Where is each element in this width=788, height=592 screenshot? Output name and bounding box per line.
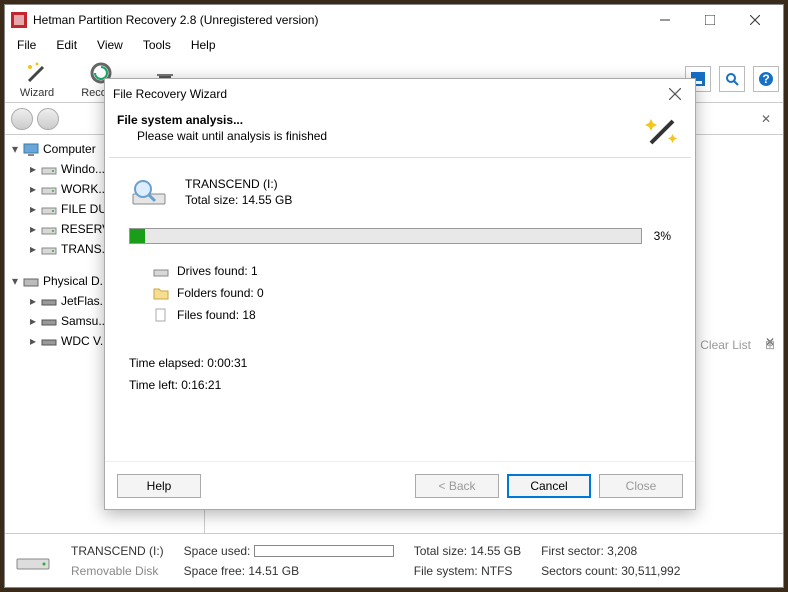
drive-small-icon <box>153 264 169 278</box>
files-found: Files found: 18 <box>177 308 256 322</box>
status-first-label: First sector: <box>541 544 604 558</box>
status-total-label: Total size: <box>414 544 467 558</box>
status-first-val: 3,208 <box>607 544 637 558</box>
app-icon <box>11 12 27 28</box>
dialog-body: TRANSCEND (I:) Total size: 14.55 GB 3% D… <box>105 158 695 461</box>
grid-icon[interactable]: ⊞ <box>765 338 775 352</box>
dialog-close-icon[interactable] <box>663 82 687 106</box>
chevron-right-icon: ▸ <box>27 163 39 175</box>
help-button[interactable]: Help <box>117 474 201 498</box>
menu-tools[interactable]: Tools <box>135 36 179 54</box>
status-free-label: Space free: <box>184 564 245 578</box>
folder-icon <box>153 286 169 300</box>
dialog-heading: File system analysis... <box>117 113 643 127</box>
time-elapsed: Time elapsed: 0:00:31 <box>129 356 671 370</box>
chevron-right-icon: ▸ <box>27 183 39 195</box>
panel-close-icon[interactable]: ✕ <box>755 112 777 126</box>
file-icon <box>153 308 169 322</box>
dialog-subheading: Please wait until analysis is finished <box>117 129 643 143</box>
status-total-val: 14.55 GB <box>470 544 521 558</box>
wand-icon <box>25 61 49 85</box>
status-sectors-val: 30,511,992 <box>621 564 680 578</box>
wizard-button[interactable]: Wizard <box>9 57 65 101</box>
status-used-label: Space used: <box>184 544 251 558</box>
cancel-button[interactable]: Cancel <box>507 474 591 498</box>
menu-file[interactable]: File <box>9 36 44 54</box>
chevron-right-icon: ▸ <box>27 203 39 215</box>
back-button: < Back <box>415 474 499 498</box>
analysis-drive-name: TRANSCEND (I:) <box>185 177 292 191</box>
drive-icon <box>41 221 57 237</box>
time-info: Time elapsed: 0:00:31 Time left: 0:16:21 <box>129 356 671 392</box>
menu-help[interactable]: Help <box>183 36 224 54</box>
status-fs-val: NTFS <box>481 564 512 578</box>
status-fs-label: File system: <box>414 564 478 578</box>
drives-found: Drives found: 1 <box>177 264 258 278</box>
hdd-icon <box>41 313 57 329</box>
progress-fill <box>130 229 145 243</box>
chevron-right-icon: ▸ <box>27 295 39 307</box>
minimize-button[interactable] <box>642 6 687 34</box>
menu-bar: File Edit View Tools Help <box>5 35 783 55</box>
progress-bar <box>129 228 642 244</box>
menu-edit[interactable]: Edit <box>48 36 85 54</box>
space-used-bar <box>254 545 394 557</box>
tree-label: WORK... <box>61 182 108 196</box>
tree-label: WDC V... <box>61 334 110 348</box>
status-drive-type: Removable Disk <box>71 564 164 578</box>
recovery-wizard-dialog: File Recovery Wizard File system analysi… <box>104 78 696 510</box>
tree-label: Samsu... <box>61 314 108 328</box>
status-free-val: 14.51 GB <box>248 564 299 578</box>
tree-label: JetFlas... <box>61 294 110 308</box>
tree-label: Physical D... <box>43 274 110 288</box>
window-title: Hetman Partition Recovery 2.8 (Unregiste… <box>33 13 642 27</box>
action-clear[interactable]: Clear List <box>700 338 751 352</box>
drive-icon <box>41 181 57 197</box>
dialog-title: File Recovery Wizard <box>113 87 663 101</box>
nav-forward-icon[interactable] <box>37 108 59 130</box>
title-bar: Hetman Partition Recovery 2.8 (Unregiste… <box>5 5 783 35</box>
dialog-header: File system analysis... Please wait unti… <box>105 109 695 157</box>
hdd-icon <box>41 293 57 309</box>
analysis-drive-size: Total size: 14.55 GB <box>185 193 292 207</box>
magnify-drive-icon <box>129 176 169 208</box>
status-bar: TRANSCEND (I:) Removable Disk Space used… <box>5 533 783 587</box>
chevron-down-icon: ▾ <box>9 143 21 155</box>
wand-sparkle-icon <box>643 113 683 149</box>
status-drive-name: TRANSCEND (I:) <box>71 544 164 558</box>
chevron-right-icon: ▸ <box>27 335 39 347</box>
progress-percent: 3% <box>654 229 671 243</box>
analysis-stats: Drives found: 1 Folders found: 0 Files f… <box>129 264 671 322</box>
close-button[interactable] <box>732 6 777 34</box>
chevron-right-icon: ▸ <box>27 223 39 235</box>
time-left: Time left: 0:16:21 <box>129 378 671 392</box>
tree-label: Computer <box>43 142 96 156</box>
nav-back-icon[interactable] <box>11 108 33 130</box>
status-sectors-label: Sectors count: <box>541 564 618 578</box>
search-button[interactable] <box>719 66 745 92</box>
drive-icon <box>41 161 57 177</box>
menu-view[interactable]: View <box>89 36 131 54</box>
wizard-label: Wizard <box>20 87 54 99</box>
maximize-button[interactable] <box>687 6 732 34</box>
progress-row: 3% <box>129 228 671 244</box>
help-icon-button[interactable]: ? <box>753 66 779 92</box>
computer-icon <box>23 141 39 157</box>
hdd-icon <box>41 333 57 349</box>
dialog-footer: Help < Back Cancel Close <box>105 461 695 509</box>
tree-label: Windo... <box>61 162 105 176</box>
close-button-dialog: Close <box>599 474 683 498</box>
folders-found: Folders found: 0 <box>177 286 264 300</box>
drive-large-icon <box>15 549 51 573</box>
chevron-right-icon: ▸ <box>27 243 39 255</box>
dialog-titlebar: File Recovery Wizard <box>105 79 695 109</box>
svg-text:?: ? <box>762 72 769 86</box>
drive-icon <box>41 201 57 217</box>
window-controls <box>642 6 777 34</box>
disk-icon <box>23 273 39 289</box>
drive-icon <box>41 241 57 257</box>
chevron-down-icon: ▾ <box>9 275 21 287</box>
chevron-right-icon: ▸ <box>27 315 39 327</box>
